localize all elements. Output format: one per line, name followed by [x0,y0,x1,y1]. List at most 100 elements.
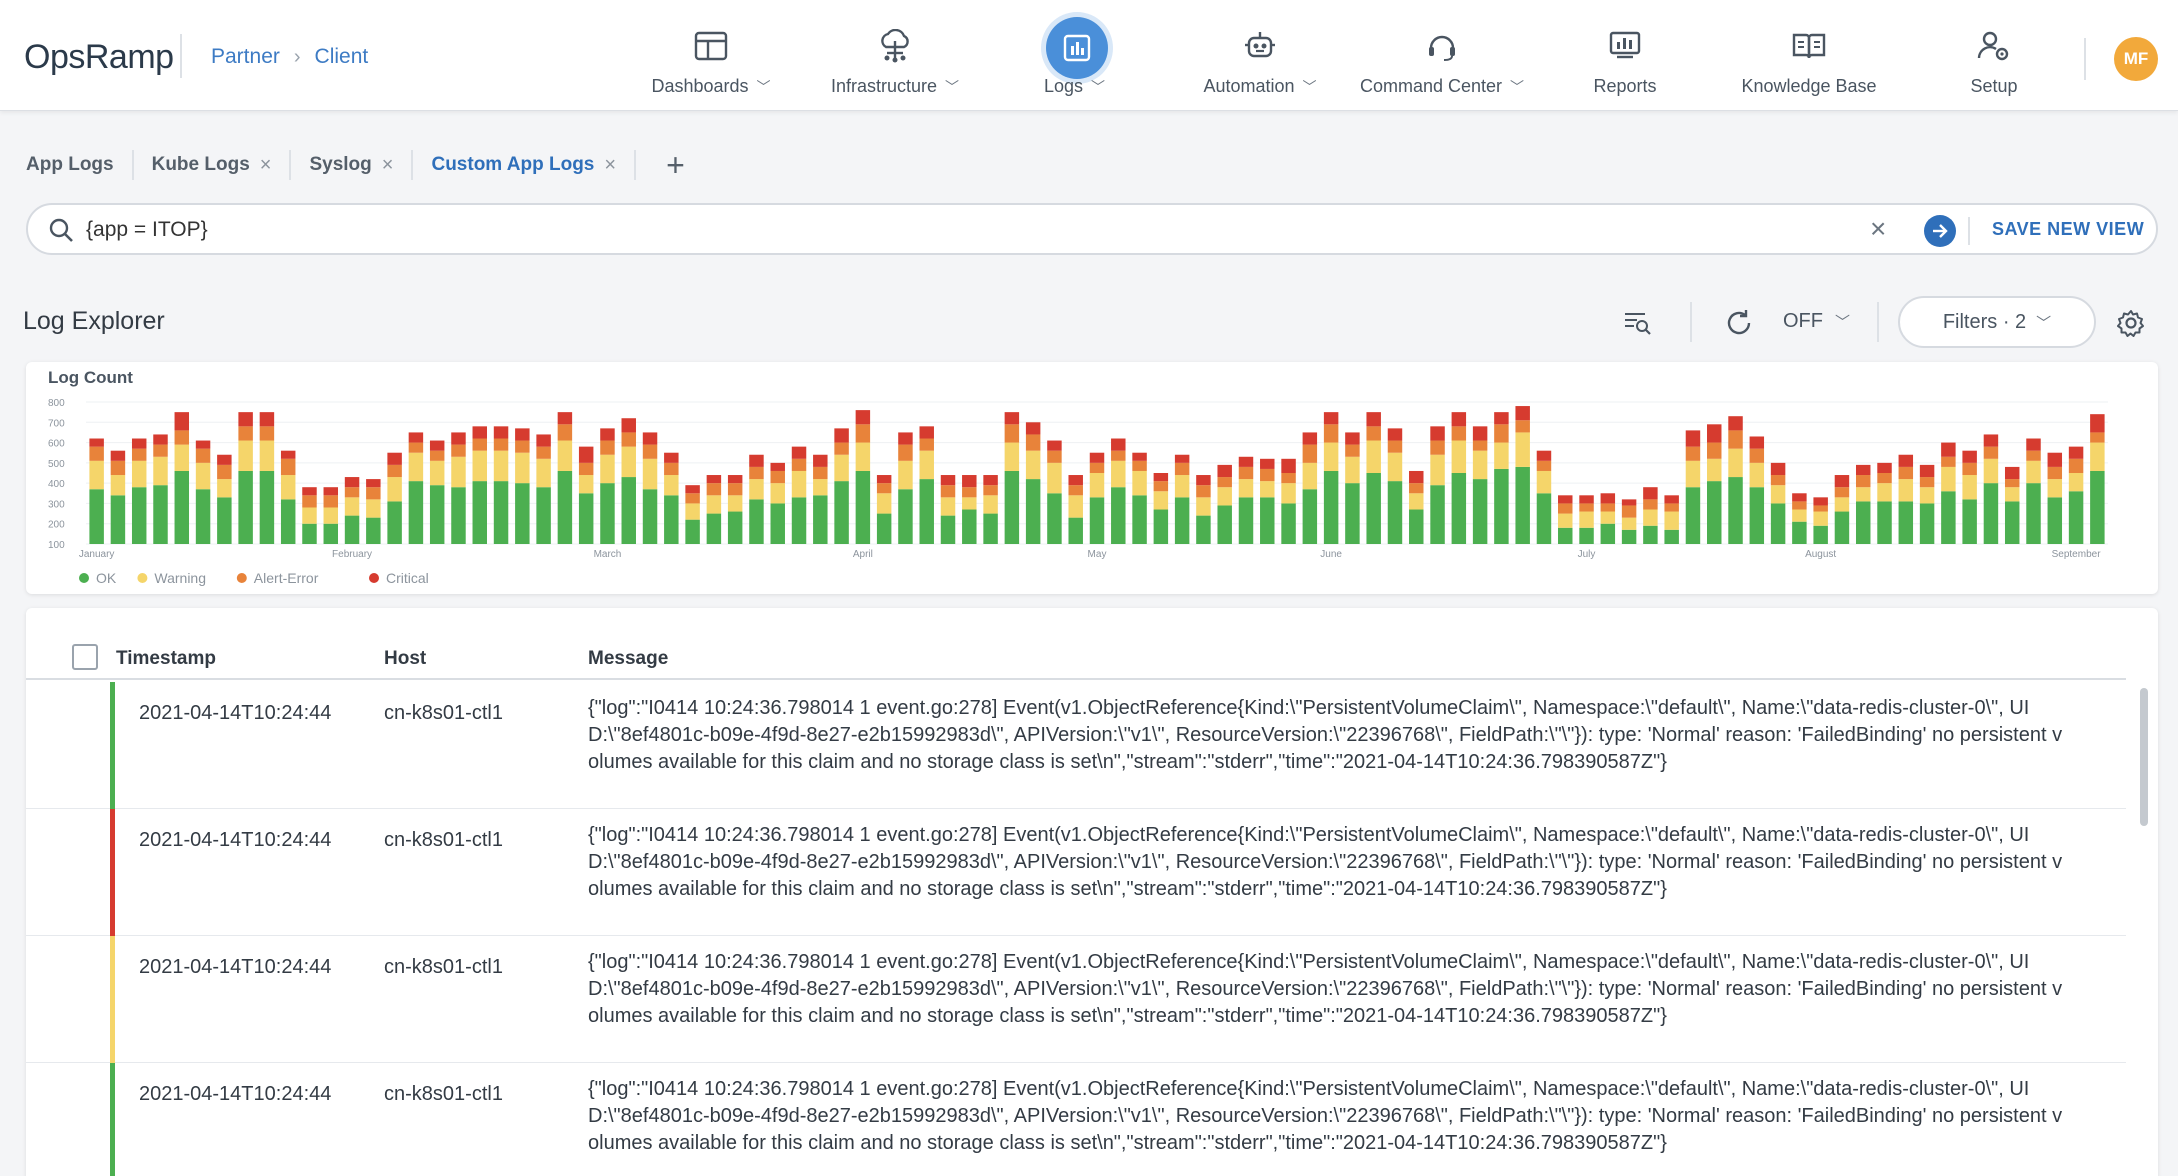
nav-knowledge-base[interactable]: Knowledge Base [1738,0,1880,111]
nav-dashboards[interactable]: Dashboards﹀ [648,0,774,111]
bar-segment [1026,479,1040,544]
bar-segment [1175,455,1189,463]
bar-segment [771,483,785,503]
table-scrollbar[interactable] [2140,688,2148,826]
bar-segment [1899,501,1913,544]
bar-segment [2005,467,2019,479]
opsramp-logo[interactable]: OpsRamp [24,38,174,77]
nav-setup[interactable]: Setup [1966,0,2022,111]
bar-segment [877,475,891,483]
bar-segment [1090,453,1104,463]
close-icon[interactable]: × [382,154,394,177]
bar-segment [622,477,636,544]
user-avatar[interactable]: MF [2114,37,2158,81]
filters-button[interactable]: Filters · 2 ﹀ [1898,296,2096,348]
bar-segment [345,477,359,487]
clear-query-icon[interactable]: × [1870,214,1886,244]
bar-segment [856,410,870,424]
nav-logs[interactable]: Logs﹀ [1040,0,1112,111]
gear-icon[interactable] [2116,308,2146,338]
bar-segment [919,439,933,451]
bar-segment [1899,479,1913,501]
headset-icon [1424,28,1460,64]
bar-segment [1260,469,1274,481]
save-new-view-button[interactable]: SAVE NEW VIEW [1992,219,2144,240]
bar-segment [1558,514,1572,528]
severity-indicator [110,809,115,936]
nav-automation[interactable]: Automation﹀ [1197,0,1323,111]
bar-segment [494,439,508,451]
bar-segment [409,481,423,544]
chart-title: Log Count [48,368,133,387]
close-icon[interactable]: × [260,154,272,177]
bar-segment [2005,501,2019,544]
tab-app-logs[interactable]: App Logs [26,150,134,180]
bar-segment [1941,467,1955,491]
bar-segment [1813,512,1827,526]
bar-segment [1899,467,1913,479]
bar-segment [1005,424,1019,442]
bar-segment [345,487,359,497]
tab-kube-logs[interactable]: Kube Logs × [152,150,292,180]
bar-segment [111,451,125,461]
bar-segment [260,441,274,471]
bar-segment [281,459,295,475]
bar-segment [515,453,529,483]
select-all-checkbox[interactable] [72,644,98,670]
bar-segment [1856,501,1870,544]
table-row[interactable]: 2021-04-14T10:24:44 cn-k8s01-ctl1 {"log"… [26,809,2126,936]
bar-segment [302,524,316,544]
nav-command-center[interactable]: Command Center﹀ [1354,0,1530,111]
legend-swatch [79,573,89,583]
legend-label: Warning [154,570,206,586]
bar-segment [1345,432,1359,444]
close-icon[interactable]: × [604,154,616,177]
bar-segment [622,418,636,432]
query-input[interactable] [86,215,1866,245]
column-header-message[interactable]: Message [588,648,668,670]
table-header: Timestamp Host Message [26,636,2126,680]
column-header-timestamp[interactable]: Timestamp [116,648,216,670]
run-query-button[interactable] [1924,215,1956,247]
bar-segment [1366,426,1380,440]
nav-command-center-label: Command Center [1360,76,1502,97]
bar-segment [1217,477,1231,487]
bar-segment [728,475,742,483]
auto-refresh-select[interactable]: OFF ﹀ [1783,310,1850,333]
bar-segment [430,441,444,451]
bar-segment [664,475,678,495]
search-logs-icon[interactable] [1622,308,1652,338]
bar-segment [834,428,848,442]
tab-custom-app-logs[interactable]: Custom App Logs × [431,150,636,180]
bar-segment [707,475,721,483]
bar-segment [664,495,678,544]
tab-label: Syslog [309,154,371,176]
bar-segment [1962,475,1976,499]
bar-segment [1707,459,1721,481]
bar-segment [1664,495,1678,503]
breadcrumb-client[interactable]: Client [315,45,369,69]
table-row[interactable]: 2021-04-14T10:24:44 cn-k8s01-ctl1 {"log"… [26,682,2126,809]
column-header-host[interactable]: Host [384,648,426,670]
bar-segment [1643,526,1657,544]
table-row[interactable]: 2021-04-14T10:24:44 cn-k8s01-ctl1 {"log"… [26,1063,2126,1176]
bar-segment [1835,487,1849,497]
bar-segment [1430,441,1444,455]
nav-infrastructure[interactable]: Infrastructure﹀ [823,0,967,111]
bar-segment [409,453,423,481]
filters-label: Filters · 2 [1943,311,2026,334]
chevron-down-icon: ﹀ [1303,77,1317,97]
bar-segment [1239,479,1253,497]
nav-reports[interactable]: Reports [1590,0,1660,111]
breadcrumb-chevron-icon: › [294,46,301,69]
bar-segment [451,457,465,487]
breadcrumb-partner[interactable]: Partner [211,45,280,69]
bar-segment [281,499,295,544]
bar-segment [941,497,955,515]
bar-segment [1452,426,1466,440]
refresh-icon[interactable] [1724,308,1754,338]
table-row[interactable]: 2021-04-14T10:24:44 cn-k8s01-ctl1 {"log"… [26,936,2126,1063]
tab-syslog[interactable]: Syslog × [309,150,413,180]
bar-segment [1239,457,1253,467]
add-tab-icon[interactable]: + [666,150,685,180]
